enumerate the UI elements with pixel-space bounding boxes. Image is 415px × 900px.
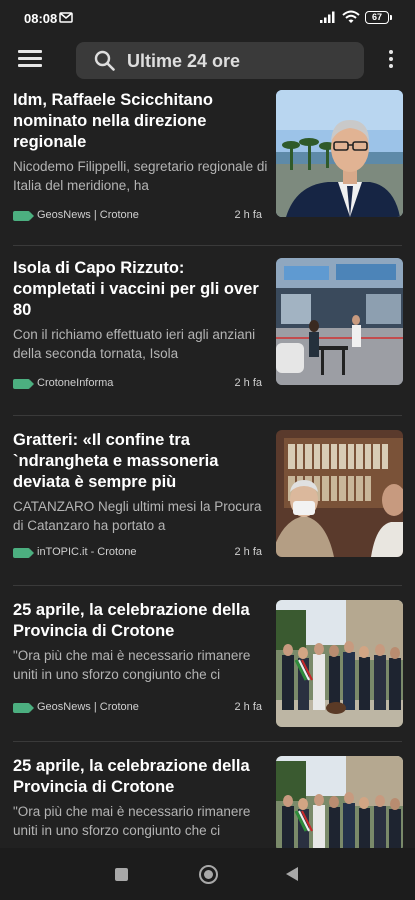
article-source: CrotoneInforma [37,377,114,389]
status-bar: 08:08 67 [0,0,415,36]
signal-icon [320,11,335,23]
home-icon[interactable] [199,865,218,884]
article-card[interactable]: 25 aprile, la celebrazione della Provinc… [0,756,415,848]
article-age: 2 h fa [234,701,262,713]
source-tag-icon [13,379,34,389]
article-thumbnail [276,756,403,848]
search-bar[interactable]: Ultime 24 ore [76,42,364,79]
article-age: 2 h fa [234,546,262,558]
more-options-button[interactable] [384,50,398,72]
divider [13,245,402,246]
divider [13,741,402,742]
source-tag-icon [13,703,34,713]
article-snippet: Nicodemo Filippelli, segretario regional… [13,159,268,193]
article-snippet: Con il richiamo effettuato ieri agli anz… [13,327,256,361]
message-notification-icon [59,12,73,23]
system-nav-bar [0,848,415,900]
article-source-row: inTOPIC.it - Crotone 2 h fa [13,546,268,560]
menu-icon [18,50,42,67]
article-thumbnail [276,90,403,217]
article-snippet: "Ora più che mai è necessario rimanere u… [13,804,251,838]
article-age: 2 h fa [234,209,262,221]
article-source-row: GeosNews | Crotone 2 h fa [13,701,268,715]
article-thumbnail [276,430,403,557]
article-title: 25 aprile, la celebrazione della Provinc… [13,601,250,640]
recents-icon[interactable] [115,868,128,881]
article-source-row: GeosNews | Crotone 2 h fa [13,209,268,223]
news-feed[interactable]: Idm, Raffaele Scicchitano nominato nella… [0,86,415,848]
article-title: Isola di Capo Rizzuto: completati i vacc… [13,259,259,319]
article-source: inTOPIC.it - Crotone [37,546,137,558]
more-vert-icon [384,50,398,68]
source-tag-icon [13,548,34,558]
menu-button[interactable] [18,50,42,70]
article-card[interactable]: Idm, Raffaele Scicchitano nominato nella… [0,90,415,240]
battery-icon: 67 [365,11,392,24]
article-source: GeosNews | Crotone [37,209,139,221]
status-time: 08:08 [24,11,58,26]
source-tag-icon [13,211,34,221]
wifi-icon [342,10,360,23]
article-card[interactable]: 25 aprile, la celebrazione della Provinc… [0,600,415,735]
article-title: Gratteri: «Il confine tra `ndrangheta e … [13,431,219,491]
article-thumbnail [276,600,403,727]
back-icon[interactable] [286,867,298,881]
article-snippet: "Ora più che mai è necessario rimanere u… [13,648,251,682]
article-card[interactable]: Gratteri: «Il confine tra `ndrangheta e … [0,430,415,580]
app-bar: Ultime 24 ore [0,36,415,86]
article-thumbnail [276,258,403,385]
article-title: Idm, Raffaele Scicchitano nominato nella… [13,91,213,151]
article-source-row: CrotoneInforma 2 h fa [13,377,268,391]
article-age: 2 h fa [234,377,262,389]
search-text: Ultime 24 ore [127,51,241,71]
article-source: GeosNews | Crotone [37,701,139,713]
article-title: 25 aprile, la celebrazione della Provinc… [13,757,250,796]
divider [13,585,402,586]
article-card[interactable]: Isola di Capo Rizzuto: completati i vacc… [0,258,415,408]
article-snippet: CATANZARO Negli ultimi mesi la Procura d… [13,499,262,533]
divider [13,415,402,416]
search-icon [94,50,115,71]
